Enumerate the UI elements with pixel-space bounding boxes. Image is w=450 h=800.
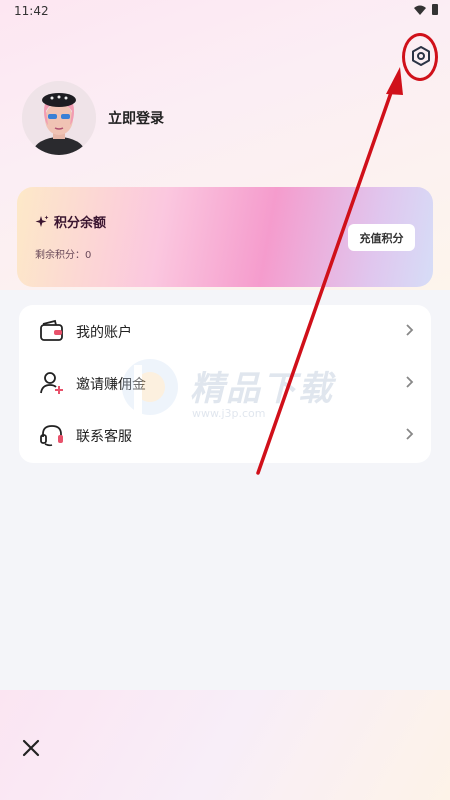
- chevron-right-icon: [406, 324, 414, 336]
- login-link[interactable]: 立即登录: [108, 108, 164, 128]
- avatar-image: [22, 81, 96, 155]
- points-title-text: 积分余额: [54, 216, 107, 231]
- footer-background: [0, 690, 450, 800]
- points-remaining: 剩余积分：0: [35, 246, 91, 261]
- battery-icon: [432, 4, 438, 15]
- avatar[interactable]: [22, 81, 96, 155]
- status-time: 11:42: [14, 4, 49, 18]
- recharge-points-button[interactable]: 充值积分: [348, 224, 415, 251]
- wallet-icon: [40, 319, 63, 341]
- chevron-right-icon: [406, 428, 414, 440]
- points-title: 积分余额: [35, 212, 106, 231]
- invite-user-icon: [40, 372, 63, 394]
- close-icon[interactable]: [20, 737, 42, 759]
- watermark-url: www.j3p.com: [192, 407, 266, 420]
- points-remaining-value: 0: [85, 250, 92, 261]
- menu-item-my-account[interactable]: 我的账户: [19, 305, 431, 357]
- watermark-title: 精品下载: [190, 369, 334, 409]
- annotation-circle: [402, 33, 438, 81]
- watermark-logo-icon: [122, 359, 178, 417]
- sparkle-icon: [35, 215, 49, 227]
- menu-label-my-account: 我的账户: [76, 325, 132, 341]
- watermark: 精品下载 www.j3p.com: [120, 355, 360, 445]
- points-remaining-label: 剩余积分：: [35, 250, 85, 261]
- status-bar: 11:42: [0, 0, 450, 22]
- headset-icon: [40, 425, 63, 447]
- chevron-right-icon: [406, 376, 414, 388]
- wifi-icon: [414, 5, 426, 15]
